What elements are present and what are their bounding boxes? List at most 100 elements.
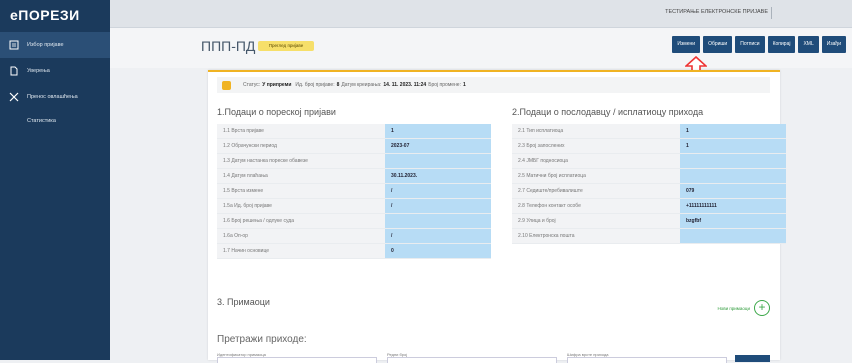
table-row: 1.5 Врста измене / (217, 184, 491, 199)
table-row: 1.3 Датум настанка пореске обавезе (217, 154, 491, 169)
edit-icon (222, 80, 231, 90)
field-value[interactable]: +11111111111 (680, 199, 786, 213)
app-logo: еПОРЕЗИ (10, 7, 80, 23)
field-value[interactable] (680, 229, 786, 243)
action-toolbar: Измени Обриши Потписи Копирај XML Изађи (672, 36, 846, 53)
search-button[interactable] (735, 355, 770, 362)
field-label: 1.6 Број решења / одлуке суда (217, 214, 385, 228)
field-value[interactable] (680, 154, 786, 168)
field-label: 2.10 Електронска пошта (512, 229, 680, 243)
sign-button[interactable]: Потписи (735, 36, 765, 53)
edit-button[interactable]: Измени (672, 36, 701, 53)
date-label: Датум креирања: (341, 82, 382, 88)
sidebar: еПОРЕЗИ Избор пријаве Уверења Пренос овл… (0, 0, 110, 360)
id-value: 8 (336, 82, 340, 88)
field-label: 2.4 ЈМБГ подносиоца (512, 154, 680, 168)
status-badge: Преглед пријаве (258, 41, 314, 51)
ordinal-search-input[interactable] (387, 357, 557, 363)
section-1-title: 1.Подаци о пореској пријави (217, 107, 336, 117)
xml-button[interactable]: XML (798, 36, 819, 53)
section-2-title: 2.Подаци о послодавцу / исплатиоцу прихо… (512, 107, 704, 117)
field-value[interactable]: / (385, 199, 491, 213)
id-label: Ид. број пријаве: (295, 82, 335, 88)
field-label: 2.1 Тип исплатиоца (512, 124, 680, 138)
field-label: 1.7 Начин основице (217, 244, 385, 258)
income-type-search-input[interactable] (567, 357, 727, 363)
field-value[interactable]: 079 (680, 184, 786, 198)
revision-label: Број промене: (428, 82, 461, 88)
sidebar-item-label: Пренос овлашћења (27, 94, 78, 100)
field-label: 2.7 Седиште/пребивалиште (512, 184, 680, 198)
add-recipient-label: Нови примаоци (717, 305, 750, 311)
table-row: 2.8 Телефон контакт особе +11111111111 (512, 199, 786, 214)
field-label: 1.6a Оп-ор (217, 229, 385, 243)
field-value[interactable]: 1 (385, 124, 491, 138)
field-value[interactable]: 30.11.2023. (385, 169, 491, 183)
table-row: 1.6a Оп-ор / (217, 229, 491, 244)
top-bar: ТЕСТИРАЊЕ ЕЛЕКТРОНСКЕ ПРИЈАВЕ (110, 0, 852, 28)
test-environment-label: ТЕСТИРАЊЕ ЕЛЕКТРОНСКЕ ПРИЈАВЕ (665, 9, 768, 15)
copy-button[interactable]: Копирај (767, 36, 796, 53)
sidebar-item-label: Статистика (27, 118, 56, 124)
field-value[interactable]: 0 (385, 244, 491, 258)
field-label: 1.1 Врста пријаве (217, 124, 385, 138)
table-row: 1.1 Врста пријаве 1 (217, 124, 491, 139)
recipient-search-input[interactable] (217, 357, 377, 363)
field-value[interactable]: / (385, 184, 491, 198)
table-row: 1.4 Датум плаћања 30.11.2023. (217, 169, 491, 184)
sidebar-item-uverenja[interactable]: Уверења (0, 58, 110, 84)
field-label: 1.4 Датум плаћања (217, 169, 385, 183)
search-title: Претражи приходе: (217, 334, 307, 345)
field-value[interactable] (680, 169, 786, 183)
table-row: 2.10 Електронска пошта (512, 229, 786, 244)
field-value[interactable]: 2023-07 (385, 139, 491, 153)
arrows-icon (9, 92, 19, 102)
sidebar-item-prenos-ovlascenja[interactable]: Пренос овлашћења (0, 84, 110, 110)
add-recipient-button[interactable]: Нови примаоци + (717, 300, 770, 316)
field-label: 1.5a Ид. број пријаве (217, 199, 385, 213)
section-3-title: 3. Примаоци (217, 297, 270, 307)
table-row: 2.1 Тип исплатиоца 1 (512, 124, 786, 139)
field-label: 2.5 Матични број исплатиоца (512, 169, 680, 183)
table-row: 1.5a Ид. број пријаве / (217, 199, 491, 214)
form-card: Статус: У припреми Ид. број пријаве: 8 Д… (208, 70, 786, 363)
exit-button[interactable]: Изађи (821, 36, 846, 53)
field-value[interactable]: 1 (680, 139, 786, 153)
field-label: 2.3 Број запослених (512, 139, 680, 153)
form-icon (9, 40, 19, 50)
divider (771, 7, 772, 19)
table-row: 2.3 Број запослених 1 (512, 139, 786, 154)
table-row: 2.4 ЈМБГ подносиоца (512, 154, 786, 169)
sidebar-item-izbor-prijave[interactable]: Избор пријаве (0, 32, 110, 58)
sidebar-item-label: Уверења (27, 68, 50, 74)
field-value[interactable]: / (385, 229, 491, 243)
section-1-table: 1.1 Врста пријаве 1 1.2 Обрачунски период… (217, 124, 491, 259)
revision-value: 1 (462, 82, 466, 88)
field-label: 2.9 Улица и број (512, 214, 680, 228)
field-value[interactable]: bzgfbf (680, 214, 786, 228)
table-row: 1.2 Обрачунски период 2023-07 (217, 139, 491, 154)
status-bar: Статус: У припреми Ид. број пријаве: 8 Д… (217, 77, 770, 93)
field-value[interactable]: 1 (680, 124, 786, 138)
sidebar-item-label: Избор пријаве (27, 42, 64, 48)
table-row: 2.5 Матични број исплатиоца (512, 169, 786, 184)
table-row: 1.6 Број решења / одлуке суда (217, 214, 491, 229)
document-icon (9, 66, 19, 76)
sidebar-item-statistika[interactable]: Статистика (0, 110, 110, 132)
table-row: 2.9 Улица и број bzgfbf (512, 214, 786, 229)
page-title: ППП-ПД (201, 38, 256, 54)
table-row: 1.7 Начин основице 0 (217, 244, 491, 259)
field-value[interactable] (385, 214, 491, 228)
field-label: 2.8 Телефон контакт особе (512, 199, 680, 213)
field-label: 1.2 Обрачунски период (217, 139, 385, 153)
plus-icon: + (754, 300, 770, 316)
table-row: 2.7 Седиште/пребивалиште 079 (512, 184, 786, 199)
field-value[interactable] (385, 154, 491, 168)
status-value: У припреми (262, 82, 292, 88)
page-header: ППП-ПД Преглед пријаве Измени Обриши Пот… (110, 28, 852, 68)
status-label: Статус: (243, 82, 261, 88)
section-2-table: 2.1 Тип исплатиоца 1 2.3 Број запослених 1… (512, 124, 786, 244)
delete-button[interactable]: Обриши (703, 36, 733, 53)
field-label: 1.5 Врста измене (217, 184, 385, 198)
date-value: 14. 11. 2023. 11:24 (383, 82, 427, 88)
